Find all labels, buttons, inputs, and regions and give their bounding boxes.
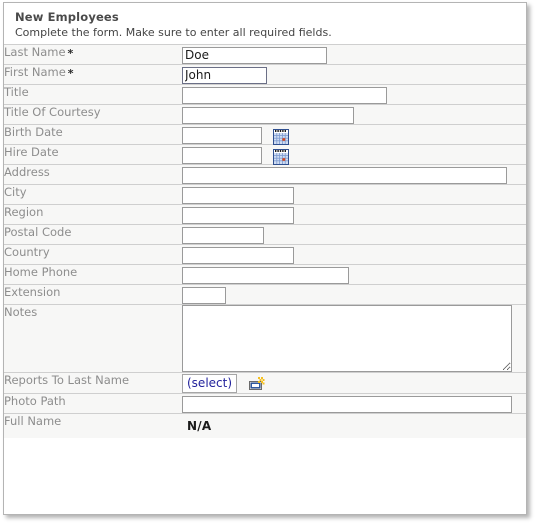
field-label-reports-to-last-name: Reports To Last Name xyxy=(4,372,182,394)
field-label-extension: Extension xyxy=(4,284,182,305)
field-cell-full-name: N/A xyxy=(182,413,526,438)
field-cell-birth-date xyxy=(182,124,526,145)
field-cell-photo-path xyxy=(182,393,526,414)
form-row-birth-date: Birth Date xyxy=(4,124,526,145)
field-cell-title xyxy=(182,84,526,105)
field-cell-extension xyxy=(182,284,526,305)
field-cell-postal-code xyxy=(182,224,526,245)
panel-header: New Employees Complete the form. Make su… xyxy=(4,3,526,44)
field-label-full-name: Full Name xyxy=(4,413,182,438)
form-row-last-name: Last Name * xyxy=(4,44,526,65)
form-row-hire-date: Hire Date xyxy=(4,144,526,165)
form-row-title-of-courtesy: Title Of Courtesy xyxy=(4,104,526,125)
form-row-postal-code: Postal Code xyxy=(4,224,526,245)
employee-form-table: Last Name* First Name* Title xyxy=(4,44,526,438)
reports-to-select-link[interactable]: (select) xyxy=(182,374,238,393)
label-text-first-name: First Name xyxy=(4,65,66,79)
required-marker: * xyxy=(67,67,74,80)
field-label-last-name: Last Name * xyxy=(4,44,182,65)
field-label-country: Country xyxy=(4,244,182,265)
form-row-country: Country xyxy=(4,244,526,265)
notes-textarea[interactable] xyxy=(182,305,512,372)
form-row-home-phone: Home Phone xyxy=(4,264,526,285)
address-input[interactable] xyxy=(182,167,507,184)
form-row-city: City xyxy=(4,184,526,205)
field-cell-first-name xyxy=(182,64,526,85)
field-cell-city xyxy=(182,184,526,205)
postal-code-input[interactable] xyxy=(182,227,264,244)
title-input[interactable] xyxy=(182,87,387,104)
form-row-extension: Extension xyxy=(4,284,526,305)
form-row-address: Address xyxy=(4,164,526,185)
field-cell-title-of-courtesy xyxy=(182,104,526,125)
field-label-city: City xyxy=(4,184,182,205)
field-cell-home-phone xyxy=(182,264,526,285)
field-label-postal-code: Postal Code xyxy=(4,224,182,245)
field-cell-reports-to-last-name: (select) xyxy=(182,372,526,394)
extension-input[interactable] xyxy=(182,287,226,304)
form-row-title: Title xyxy=(4,84,526,105)
field-label-region: Region xyxy=(4,204,182,225)
form-row-photo-path: Photo Path xyxy=(4,393,526,414)
label-text-last-name: Last Name xyxy=(4,45,66,59)
field-cell-region xyxy=(182,204,526,225)
field-cell-country xyxy=(182,244,526,265)
form-row-full-name: Full Name N/A xyxy=(4,413,526,438)
birth-date-input[interactable] xyxy=(182,127,262,144)
field-label-home-phone: Home Phone xyxy=(4,264,182,285)
form-row-notes: Notes xyxy=(4,304,526,373)
field-label-title: Title xyxy=(4,84,182,105)
field-label-title-of-courtesy: Title Of Courtesy xyxy=(4,104,182,125)
form-row-reports-to-last-name: Reports To Last Name (select) xyxy=(4,372,526,394)
title-of-courtesy-input[interactable] xyxy=(182,107,354,124)
field-label-photo-path: Photo Path xyxy=(4,393,182,414)
page-title: New Employees xyxy=(15,10,119,24)
field-cell-notes xyxy=(182,304,526,373)
first-name-input[interactable] xyxy=(182,67,267,84)
photo-path-input[interactable] xyxy=(182,396,512,413)
home-phone-input[interactable] xyxy=(182,267,349,284)
field-label-notes: Notes xyxy=(4,304,182,373)
page-subtitle: Complete the form. Make sure to enter al… xyxy=(15,26,332,39)
calendar-icon[interactable] xyxy=(273,128,290,145)
country-input[interactable] xyxy=(182,247,294,264)
region-input[interactable] xyxy=(182,207,294,224)
hire-date-input[interactable] xyxy=(182,147,262,164)
required-marker: * xyxy=(67,47,74,60)
field-cell-address xyxy=(182,164,526,185)
field-label-birth-date: Birth Date xyxy=(4,124,182,145)
form-row-region: Region xyxy=(4,204,526,225)
field-label-first-name: First Name * xyxy=(4,64,182,85)
city-input[interactable] xyxy=(182,187,294,204)
field-cell-last-name xyxy=(182,44,526,65)
lookup-icon[interactable] xyxy=(249,376,265,393)
calendar-icon[interactable] xyxy=(273,148,290,165)
full-name-value: N/A xyxy=(187,419,212,433)
new-employee-form-panel: New Employees Complete the form. Make su… xyxy=(3,2,527,515)
field-cell-hire-date xyxy=(182,144,526,165)
field-label-hire-date: Hire Date xyxy=(4,144,182,165)
field-label-address: Address xyxy=(4,164,182,185)
last-name-input[interactable] xyxy=(182,47,327,64)
form-row-first-name: First Name * xyxy=(4,64,526,85)
